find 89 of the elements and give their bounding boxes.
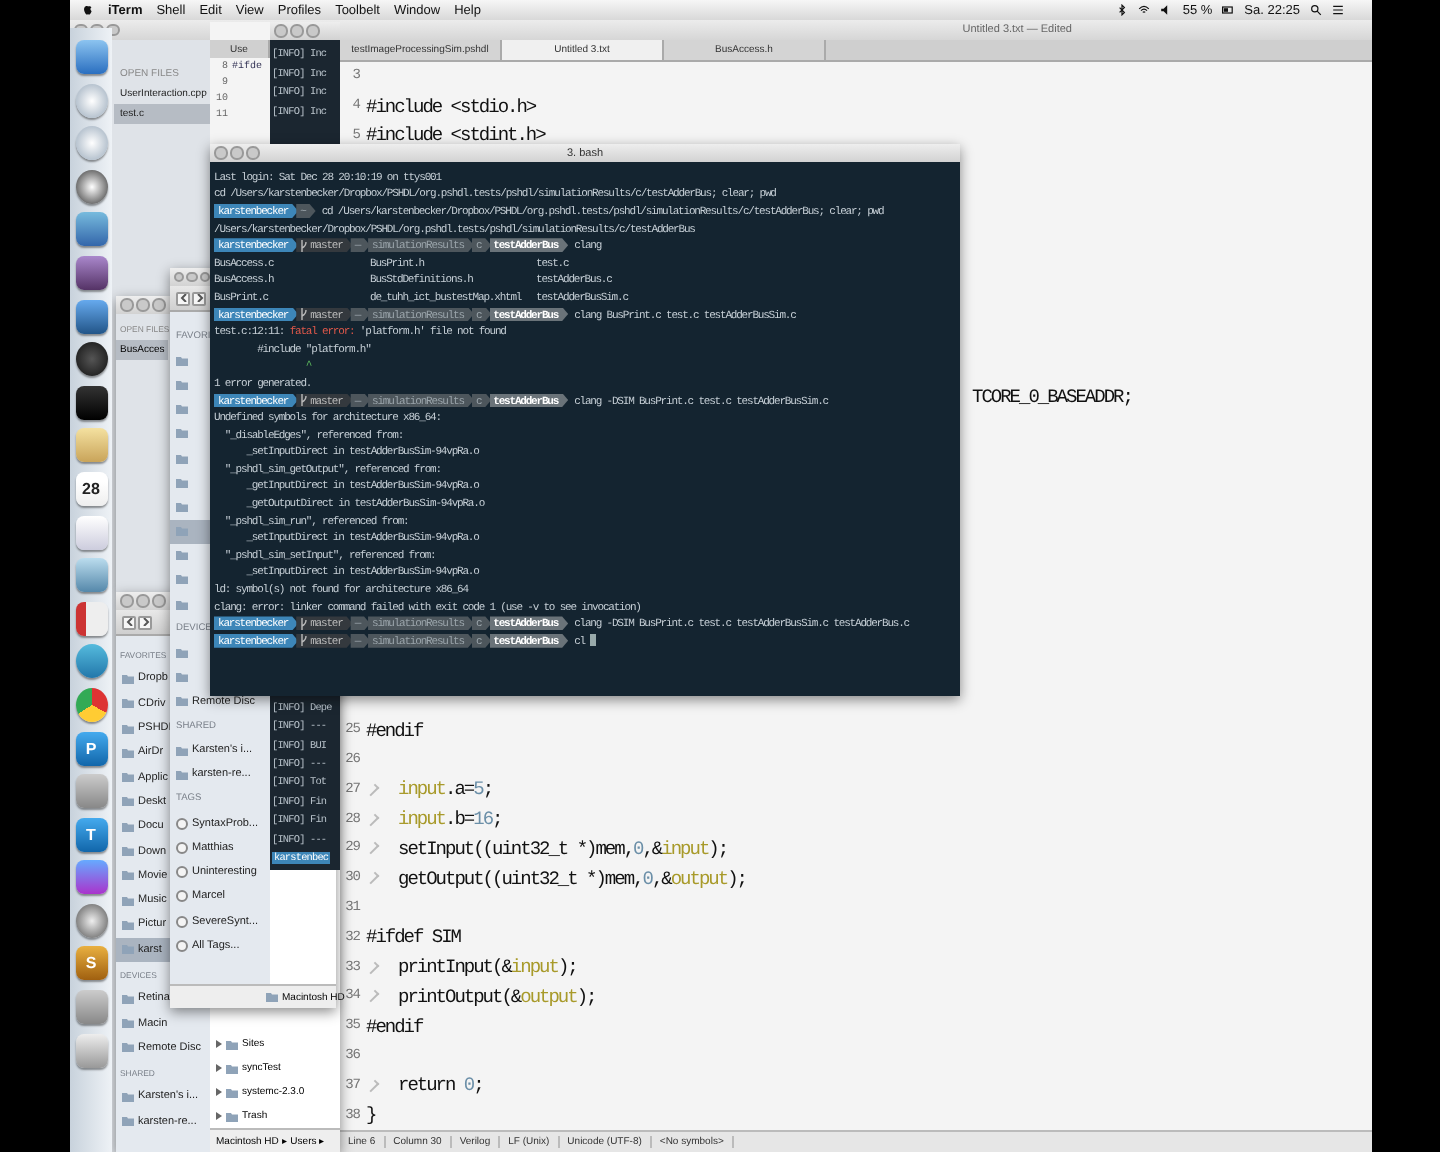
code-line: #ifdef SIM [366,926,461,949]
chevron-left-icon [179,294,187,302]
folder-icon [122,796,134,807]
folder-icon [122,772,134,783]
app-icon[interactable] [75,255,107,290]
code-line: #endif [366,1015,423,1038]
folder-icon [176,355,188,366]
sidebar-item[interactable] [170,519,212,544]
folder-icon [122,1042,134,1053]
folder-icon [176,696,188,707]
tag-dot-icon [176,842,188,855]
folder-icon [122,993,134,1004]
folder-icon [122,673,134,684]
disclosure-triangle-icon[interactable] [216,1112,222,1120]
folder-icon [176,526,188,537]
folder-icon [122,1116,134,1127]
branch-icon [300,617,309,630]
folder-icon [176,745,188,756]
back-button[interactable] [122,615,136,629]
code-line: TCORE_0_BASEADDR; [972,386,1132,408]
folder-icon [122,944,134,955]
app-icon[interactable] [75,342,107,377]
folder-icon [176,453,188,464]
tag-dot-icon [176,817,188,830]
folder-icon [176,574,188,585]
battery-icon[interactable] [1222,4,1235,16]
window-controls[interactable] [116,298,165,312]
chevron-right-icon [195,294,203,302]
volume-icon[interactable] [1160,4,1173,16]
apple-icon[interactable] [82,4,94,16]
folder-icon [122,698,134,709]
tag-dot-icon [176,915,188,928]
folder-icon [122,895,134,906]
code-line: #include <stdio.h> [366,95,536,118]
bluetooth-icon[interactable] [1116,4,1129,16]
code-line: input.b=16; [398,808,502,831]
tag-dot-icon [176,890,188,903]
folder-icon [176,428,188,439]
code-line: input.a=5; [398,778,493,801]
folder-icon [226,1039,238,1049]
folder-icon [176,477,188,488]
folder-icon [176,379,188,390]
folder-icon [176,501,188,512]
wifi-icon[interactable] [1138,4,1151,16]
folder-icon [122,919,134,930]
forward-button[interactable] [192,291,206,305]
code-line: } [366,1104,376,1127]
tag-dot-icon [176,939,188,952]
folder-icon [176,672,188,683]
code-line: printInput(&input); [398,956,577,979]
folder-icon [176,550,188,561]
branch-icon [300,308,309,321]
code-line: #endif [366,719,423,742]
code-line: getOutput((uint32_t *)mem,0,&output); [398,867,746,890]
calendar-icon[interactable]: 28 [75,471,107,506]
folder-icon [176,769,188,780]
folder-icon [226,1111,238,1121]
app-icon[interactable]: P [75,731,107,765]
search-icon[interactable] [1310,4,1322,16]
folder-icon [176,404,188,415]
disclosure-triangle-icon[interactable] [216,1088,222,1096]
folder-icon [122,723,134,734]
branch-icon [300,239,309,252]
chevron-left-icon [125,618,133,626]
folder-icon [122,846,134,857]
app-icon[interactable]: T [75,817,107,852]
folder-icon [122,1018,134,1029]
folder-icon [176,648,188,659]
folder-icon [122,1091,134,1102]
folder-icon [266,992,278,1002]
tag-dot-icon [176,866,188,879]
code-line: printOutput(&output); [398,985,596,1008]
folder-icon [122,870,134,881]
folder-icon [122,747,134,758]
folder-icon [122,821,134,832]
forward-button[interactable] [138,615,152,629]
app-icon[interactable] [75,299,107,334]
code-line: setInput((uint32_t *)mem,0,&input); [398,837,728,860]
code-line: #include <stdint.h> [366,124,545,147]
folder-icon [226,1063,238,1073]
code-line: return 0; [398,1074,483,1097]
disclosure-triangle-icon[interactable] [216,1040,222,1048]
folder-icon [226,1087,238,1097]
chevron-right-icon [141,618,149,626]
back-button[interactable] [176,291,190,305]
branch-icon [300,394,309,407]
branch-icon [300,634,309,647]
disclosure-triangle-icon[interactable] [216,1064,222,1072]
list-icon[interactable] [1332,4,1344,16]
